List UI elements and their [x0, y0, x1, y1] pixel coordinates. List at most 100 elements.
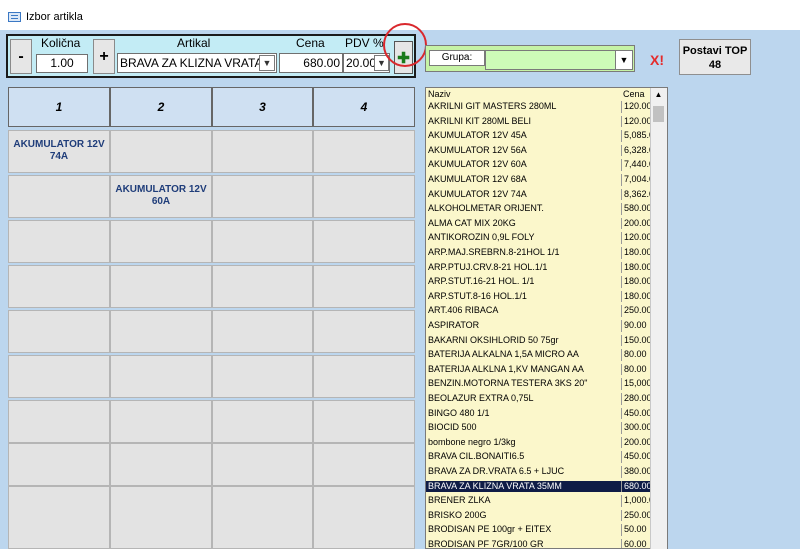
pdv-label: PDV % [345, 36, 384, 50]
grid-cell[interactable] [8, 355, 110, 398]
list-item[interactable]: ALMA CAT MIX 20KG 200.00 [426, 217, 654, 230]
grid-cell[interactable] [212, 175, 313, 218]
grid-cell[interactable] [110, 220, 212, 263]
grid-column-header[interactable]: 2 [110, 87, 212, 127]
list-item[interactable]: ASPIRATOR 90.00 [426, 320, 654, 332]
grid-cell[interactable] [313, 443, 415, 486]
list-item[interactable]: BRISKO 200G 250.00 [426, 509, 654, 522]
clear-group-button[interactable]: X! [644, 47, 670, 72]
grid-cell[interactable] [313, 220, 415, 263]
list-item[interactable]: AKRILNI KIT 280ML BELI 120.00 [426, 115, 654, 128]
list-item[interactable]: BENZIN.MOTORNA TESTERA 3KS 20" 15,000.00 [426, 378, 664, 390]
list-item[interactable]: BRODISAN PE 100gr + EITEX 50.00 [426, 524, 654, 536]
list-item[interactable]: AKUMULATOR 12V 56A 6,328.00 [426, 144, 659, 157]
list-item[interactable]: ARP.STUT.16-21 HOL. 1/1 180.00 [426, 276, 654, 288]
list-item[interactable]: ART.406 RIBACA 250.00 [426, 305, 654, 317]
grid-cell[interactable] [212, 220, 313, 263]
list-item[interactable]: BRENER ZLKA 1,000.00 [426, 495, 659, 507]
list-item-name: BRISKO 200G [428, 509, 487, 520]
list-item-name: BEOLAZUR EXTRA 0,75L [428, 393, 534, 403]
grid-cell[interactable] [212, 443, 313, 486]
list-item[interactable]: ANTIKOROZIN 0,9L FOLY 120.00 [426, 232, 654, 244]
list-item[interactable]: ARP.PTUJ.CRV.8-21 HOL.1/1 180.00 [426, 261, 654, 274]
grid-cell[interactable] [313, 310, 415, 353]
grid-cell[interactable] [8, 175, 110, 218]
list-item-name: BATERIJA ALKLNA 1,KV MANGAN AA [428, 363, 584, 374]
list-item[interactable]: BRAVA CIL.BONAITI6.5 450.00 [426, 451, 654, 463]
list-item[interactable]: AKUMULATOR 12V 68A 7,004.00 [426, 174, 659, 186]
increase-qty-button[interactable]: + [93, 39, 115, 74]
grid-cell[interactable] [313, 486, 415, 549]
article-select[interactable]: BRAVA ZA KLIZNA VRATA [117, 53, 277, 73]
list-item[interactable]: BRAVA ZA KLIZNA VRATA 35MM 680.00 [426, 480, 654, 493]
qty-input[interactable]: 1.00 [36, 54, 88, 73]
grid-cell[interactable] [8, 265, 110, 308]
grid-cell[interactable] [110, 130, 212, 173]
list-item-name: BINGO 480 1/1 [428, 407, 490, 418]
list-item-name: BAKARNI OKSIHLORID 50 75gr [428, 334, 559, 345]
decrease-qty-button[interactable]: - [10, 39, 32, 74]
list-scrollbar[interactable] [650, 88, 667, 549]
form-icon [8, 12, 21, 22]
grid-cell[interactable] [110, 355, 212, 398]
chevron-down-icon[interactable]: ▼ [259, 55, 275, 71]
grid-cell[interactable] [8, 486, 110, 549]
grid-cell[interactable] [313, 400, 415, 443]
list-item[interactable]: BRODISAN PF 7GR/100 GR 60.00 [426, 539, 654, 548]
list-item[interactable]: BRAVA ZA DR.VRATA 6.5 + LJUC 380.00 [426, 466, 654, 478]
grid-cell[interactable] [8, 310, 110, 353]
list-item[interactable]: bombone negro 1/3kg 200.00 [426, 436, 654, 449]
article-list[interactable]: Naziv Cena AKRILNI GIT MASTERS 280ML 120.… [425, 87, 668, 549]
list-item[interactable]: BATERIJA ALKALNA 1,5A MICRO AA 80.00 [426, 349, 654, 361]
list-item[interactable]: AKUMULATOR 12V 74A 8,362.00 [426, 188, 659, 201]
list-item-name: BIOCID 500 [428, 422, 477, 433]
list-item-name: ALMA CAT MIX 20KG [428, 217, 516, 228]
grid-column-header[interactable]: 1 [8, 87, 110, 127]
grid-cell[interactable]: AKUMULATOR 12V 60A [110, 175, 212, 218]
grid-cell[interactable] [212, 130, 313, 173]
grid-cell[interactable] [313, 265, 415, 308]
grid-cell[interactable] [8, 400, 110, 443]
grid-column-header[interactable]: 3 [212, 87, 313, 127]
list-item[interactable]: BIOCID 500 300.00 [426, 422, 654, 434]
list-item[interactable]: AKRILNI GIT MASTERS 280ML 120.00 [426, 101, 654, 113]
grid-cell[interactable] [212, 400, 313, 443]
list-item-name: BATERIJA ALKALNA 1,5A MICRO AA [428, 349, 579, 360]
list-item-name: BENZIN.MOTORNA TESTERA 3KS 20" [428, 378, 588, 389]
grid-cell[interactable] [110, 265, 212, 308]
grid-cell[interactable] [110, 486, 212, 549]
list-item[interactable]: BATERIJA ALKLNA 1,KV MANGAN AA 80.00 [426, 363, 654, 376]
scroll-up-icon[interactable]: ▲ [651, 89, 666, 101]
grid-cell[interactable] [313, 130, 415, 173]
grid-cell[interactable] [212, 486, 313, 549]
grid-column-header[interactable]: 4 [313, 87, 415, 127]
grid-cell[interactable] [8, 443, 110, 486]
grid-cell[interactable] [8, 220, 110, 263]
grid-cell[interactable] [212, 265, 313, 308]
list-item-name: ART.406 RIBACA [428, 305, 499, 316]
list-item[interactable]: BAKARNI OKSIHLORID 50 75gr 150.00 [426, 334, 654, 347]
list-item[interactable]: ALKOHOLMETAR ORIJENT. 580.00 [426, 203, 654, 215]
list-item[interactable]: AKUMULATOR 12V 60A 7,440.00 [426, 159, 659, 171]
top48-button[interactable]: Postavi TOP 48 [679, 39, 751, 75]
list-header-name: Naziv [428, 89, 451, 99]
list-item[interactable]: BINGO 480 1/1 450.00 [426, 407, 654, 420]
scrollbar-thumb[interactable] [653, 106, 664, 122]
list-item[interactable]: ARP.MAJ.SREBRN.8-21HOL 1/1 180.00 [426, 247, 654, 259]
grid-cell[interactable] [212, 310, 313, 353]
window-title: Izbor artikla [26, 11, 83, 23]
grid-cell[interactable] [313, 175, 415, 218]
chevron-down-icon[interactable]: ▼ [615, 51, 632, 69]
grid-cell[interactable] [110, 400, 212, 443]
grid-cell[interactable] [212, 355, 313, 398]
qty-label: Količna [41, 36, 81, 50]
grid-cell[interactable]: AKUMULATOR 12V 74A [8, 130, 110, 173]
list-item[interactable]: BEOLAZUR EXTRA 0,75L 280.00 [426, 393, 654, 405]
grid-cell[interactable] [313, 355, 415, 398]
list-item[interactable]: AKUMULATOR 12V 45A 5,085.00 [426, 130, 659, 142]
grid-cell[interactable] [110, 310, 212, 353]
grid-cell[interactable] [110, 443, 212, 486]
price-input[interactable]: 680.00 [279, 53, 343, 73]
group-select[interactable] [485, 50, 633, 70]
list-item[interactable]: ARP.STUT.8-16 HOL.1/1 180.00 [426, 290, 654, 303]
